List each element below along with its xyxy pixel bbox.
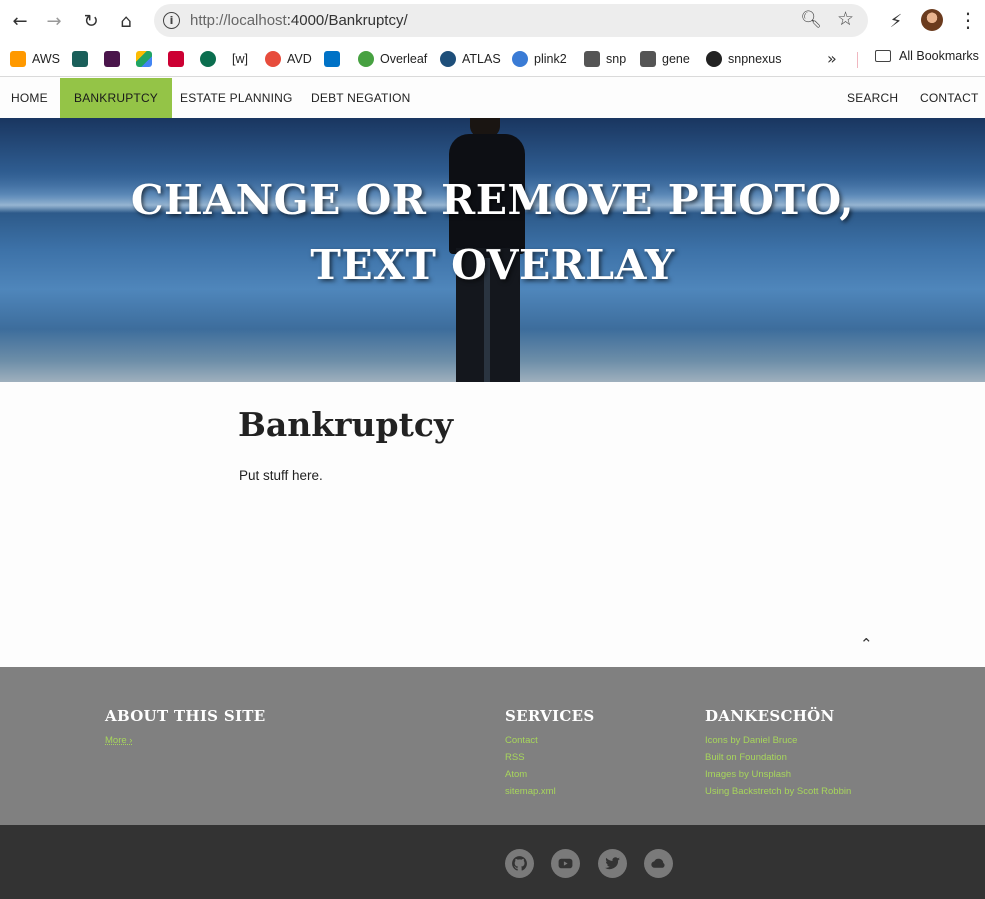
bookmark-2[interactable] <box>104 49 126 69</box>
zoom-icon[interactable]: 🔍︎ <box>800 10 822 30</box>
arizona-icon <box>168 51 184 67</box>
bookmark-outlook[interactable] <box>324 49 346 69</box>
site-info-icon[interactable]: i <box>163 12 180 29</box>
extension-icon[interactable]: ⚡ <box>884 9 908 33</box>
nav-estate-planning[interactable]: ESTATE PLANNING <box>180 78 293 118</box>
footer-link-rss[interactable]: RSS <box>505 749 594 766</box>
bookmark-avd[interactable]: AVD <box>265 49 312 69</box>
url-path: :4000/Bankruptcy/ <box>286 12 408 29</box>
all-bookmarks-button[interactable]: All Bookmarks <box>875 49 979 63</box>
bookmark-5[interactable] <box>200 49 222 69</box>
reload-icon[interactable]: ↻ <box>79 9 103 33</box>
sub-footer <box>0 825 985 899</box>
footer-link-sitemap[interactable]: sitemap.xml <box>505 783 594 800</box>
bookmark-aws[interactable]: AWS <box>10 49 60 69</box>
bookmark-gene[interactable]: gene <box>640 49 690 69</box>
site-navigation: HOME BANKRUPTCY ESTATE PLANNING DEBT NEG… <box>0 78 985 118</box>
page-body-text: Put stuff here. <box>239 468 323 483</box>
nav-search[interactable]: SEARCH <box>847 78 898 118</box>
cloud-icon[interactable] <box>644 849 673 878</box>
footer-services: SERVICES Contact RSS Atom sitemap.xml <box>505 707 594 800</box>
footer-link-contact[interactable]: Contact <box>505 732 594 749</box>
back-to-top-icon[interactable]: ⌃ <box>860 635 873 653</box>
browser-menu-icon[interactable]: ⋮ <box>958 8 978 32</box>
profile-avatar[interactable] <box>921 9 943 31</box>
url-host: http://localhost <box>190 12 287 29</box>
gene-icon <box>640 51 656 67</box>
footer-about: ABOUT THIS SITE More › <box>105 707 265 749</box>
nav-contact[interactable]: CONTACT <box>920 78 979 118</box>
browser-toolbar: ← → ↻ ⌂ i http://localhost:4000/Bankrupt… <box>0 0 985 42</box>
globe-icon <box>706 51 722 67</box>
footer-thanks-title: DANKESCHÖN <box>705 707 835 725</box>
footer-link-icons[interactable]: Icons by Daniel Bruce <box>705 732 851 749</box>
hero-title: CHANGE OR REMOVE PHOTO, TEXT OVERLAY <box>130 176 855 289</box>
bookmark-1[interactable] <box>72 49 94 69</box>
snp-icon <box>584 51 600 67</box>
url-text[interactable]: http://localhost:4000/Bankruptcy/ <box>190 12 408 29</box>
bookmark-w[interactable]: [w] <box>232 49 248 69</box>
atlas-icon <box>440 51 456 67</box>
page-title: Bankruptcy <box>238 405 454 444</box>
home-icon[interactable]: ⌂ <box>114 9 138 33</box>
nav-home[interactable]: HOME <box>11 78 48 118</box>
back-icon[interactable]: ← <box>8 9 32 33</box>
bookmark-snpnexus[interactable]: snpnexus <box>706 49 782 69</box>
footer: ABOUT THIS SITE More › SERVICES Contact … <box>0 667 985 825</box>
bookmark-4[interactable] <box>168 49 190 69</box>
folder-icon <box>875 50 891 62</box>
footer-link-backstretch[interactable]: Using Backstretch by Scott Robbin <box>705 783 851 800</box>
footer-about-title: ABOUT THIS SITE <box>105 707 266 725</box>
avd-icon <box>265 51 281 67</box>
bookmark-icon <box>200 51 216 67</box>
drive-icon <box>136 51 152 67</box>
bookmarks-divider <box>857 52 858 68</box>
bookmark-icon <box>72 51 88 67</box>
overleaf-icon <box>358 51 374 67</box>
bookmarks-bar: AWS [w] AVD Overleaf ATLAS plink2 snp ge… <box>0 42 985 77</box>
bookmark-star-icon[interactable]: ☆ <box>837 8 854 30</box>
footer-link-foundation[interactable]: Built on Foundation <box>705 749 851 766</box>
footer-services-title: SERVICES <box>505 707 595 725</box>
bookmark-3[interactable] <box>136 49 158 69</box>
nav-bankruptcy[interactable]: BANKRUPTCY <box>60 78 173 118</box>
bookmark-overleaf[interactable]: Overleaf <box>358 49 427 69</box>
slack-icon <box>104 51 120 67</box>
aws-icon <box>10 51 26 67</box>
bookmark-atlas[interactable]: ATLAS <box>440 49 501 69</box>
plink-icon <box>512 51 528 67</box>
github-icon[interactable] <box>505 849 534 878</box>
footer-link-atom[interactable]: Atom <box>505 766 594 783</box>
address-bar[interactable]: i http://localhost:4000/Bankruptcy/ 🔍︎ ☆ <box>154 4 868 37</box>
hero-banner: CHANGE OR REMOVE PHOTO, TEXT OVERLAY <box>0 118 985 382</box>
youtube-icon[interactable] <box>551 849 580 878</box>
outlook-icon <box>324 51 340 67</box>
twitter-icon[interactable] <box>598 849 627 878</box>
footer-thanks: DANKESCHÖN Icons by Daniel Bruce Built o… <box>705 707 851 800</box>
bookmark-plink2[interactable]: plink2 <box>512 49 567 69</box>
footer-more-link[interactable]: More › <box>105 732 265 749</box>
bookmark-snp[interactable]: snp <box>584 49 626 69</box>
forward-icon[interactable]: → <box>42 9 66 33</box>
more-bookmarks-icon[interactable]: » <box>827 49 837 68</box>
footer-link-unsplash[interactable]: Images by Unsplash <box>705 766 851 783</box>
nav-debt-negation[interactable]: DEBT NEGATION <box>311 78 411 118</box>
